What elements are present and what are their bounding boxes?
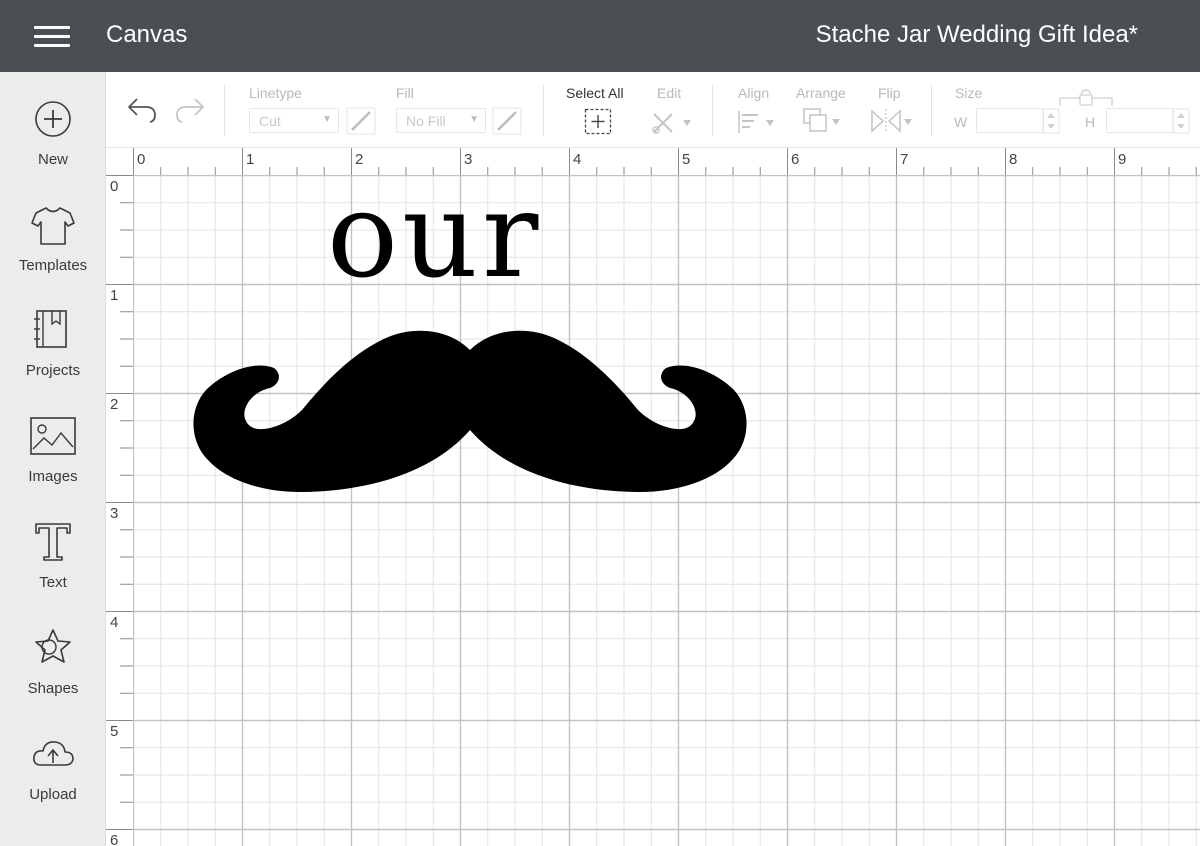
fill-label: Fill <box>396 85 414 101</box>
ruler-left-label: 1 <box>110 287 119 304</box>
ruler-horizontal: 0123456789 <box>106 148 1200 175</box>
edit-toolbar: Linetype Cut ▼ Fill No Fill ▼ Select All… <box>106 72 1200 148</box>
height-input[interactable] <box>1106 108 1174 133</box>
linetype-value: Cut <box>259 113 281 129</box>
design-canvas[interactable] <box>133 175 1200 846</box>
edit-label: Edit <box>657 85 682 101</box>
ruler-left-label: 2 <box>110 396 119 413</box>
toolbar-divider <box>543 84 544 136</box>
fill-select[interactable]: No Fill ▼ <box>396 108 486 133</box>
sidebar-item-shapes[interactable]: Shapes <box>0 628 106 728</box>
height-label: H <box>1085 114 1096 130</box>
width-input[interactable] <box>976 108 1044 133</box>
sidebar-item-new[interactable]: New <box>0 99 106 199</box>
width-label: W <box>954 114 968 130</box>
sidebar-item-label: Shapes <box>27 680 79 697</box>
ruler-vertical: 0 1 2 3 4 5 6 <box>106 175 133 846</box>
mustache-image[interactable] <box>190 326 750 496</box>
canvas-grid <box>133 175 1200 846</box>
align-icon[interactable] <box>736 108 776 136</box>
notebook-icon <box>34 310 67 348</box>
ruler-left-label: 6 <box>110 832 119 846</box>
ruler-top-label: 5 <box>682 151 691 168</box>
flip-label: Flip <box>878 85 901 101</box>
arrange-icon[interactable] <box>802 107 842 135</box>
sidebar-item-label: Upload <box>29 786 77 803</box>
sidebar-item-label: Text <box>39 574 67 591</box>
sidebar-item-label: Templates <box>18 257 88 274</box>
sidebar-item-upload[interactable]: Upload <box>0 734 106 834</box>
linetype-select[interactable]: Cut ▼ <box>249 108 339 133</box>
ruler-top-label: 6 <box>791 151 800 168</box>
sidebar-item-label: Images <box>28 468 78 485</box>
toolbar-divider <box>712 84 713 136</box>
ruler-top-label: 7 <box>900 151 909 168</box>
ruler-left-label: 4 <box>110 614 119 631</box>
linetype-color-icon[interactable] <box>346 107 376 135</box>
ruler-left-label: 3 <box>110 505 119 522</box>
sidebar-item-templates[interactable]: Templates <box>0 205 106 305</box>
cloud-upload-icon <box>33 741 74 766</box>
width-stepper[interactable] <box>1042 108 1060 134</box>
linetype-label: Linetype <box>249 85 302 101</box>
sidebar-item-text[interactable]: Text <box>0 522 106 622</box>
text-t-icon <box>35 523 71 561</box>
align-label: Align <box>738 85 770 101</box>
ruler-top-label: 9 <box>1118 151 1127 168</box>
flip-icon[interactable] <box>870 107 914 135</box>
ruler-horizontal-ticks <box>133 148 1197 175</box>
plus-circle-icon <box>35 101 71 137</box>
ruler-left-label: 5 <box>110 723 119 740</box>
ruler-left-label: 0 <box>110 178 119 195</box>
left-sidebar: New Templates Projects Images Text Shape… <box>0 72 106 846</box>
undo-icon[interactable] <box>126 96 158 124</box>
sidebar-item-projects[interactable]: Projects <box>0 310 106 410</box>
sidebar-item-label: Projects <box>25 362 81 379</box>
chevron-down-icon: ▼ <box>469 114 479 125</box>
select-all-label[interactable]: Select All <box>566 85 624 101</box>
ruler-top-label: 0 <box>137 151 146 168</box>
top-bar: Canvas Stache Jar Wedding Gift Idea* <box>0 0 1200 72</box>
image-icon <box>30 417 76 455</box>
lock-ratio-icon[interactable] <box>1056 88 1116 108</box>
size-label: Size <box>955 85 983 101</box>
fill-value: No Fill <box>406 113 446 129</box>
app-title: Canvas <box>106 21 188 48</box>
toolbar-divider <box>931 84 932 136</box>
arrange-label: Arrange <box>796 85 846 101</box>
sidebar-item-label: New <box>37 151 68 168</box>
toolbar-divider <box>224 84 225 136</box>
fill-color-icon[interactable] <box>492 107 522 135</box>
canvas-text-object[interactable]: our <box>327 176 542 294</box>
edit-tools-icon[interactable] <box>650 108 694 136</box>
tshirt-icon <box>31 207 75 245</box>
project-title[interactable]: Stache Jar Wedding Gift Idea* <box>816 21 1138 49</box>
shapes-icon <box>35 629 71 663</box>
ruler-top-label: 4 <box>573 151 582 168</box>
hamburger-menu-icon[interactable] <box>34 24 72 48</box>
height-stepper[interactable] <box>1172 108 1190 134</box>
redo-icon[interactable] <box>174 96 206 124</box>
sidebar-item-images[interactable]: Images <box>0 416 106 516</box>
ruler-top-label: 8 <box>1009 151 1018 168</box>
ruler-top-label: 1 <box>246 151 255 168</box>
chevron-down-icon: ▼ <box>322 114 332 125</box>
select-all-icon[interactable] <box>584 108 612 135</box>
